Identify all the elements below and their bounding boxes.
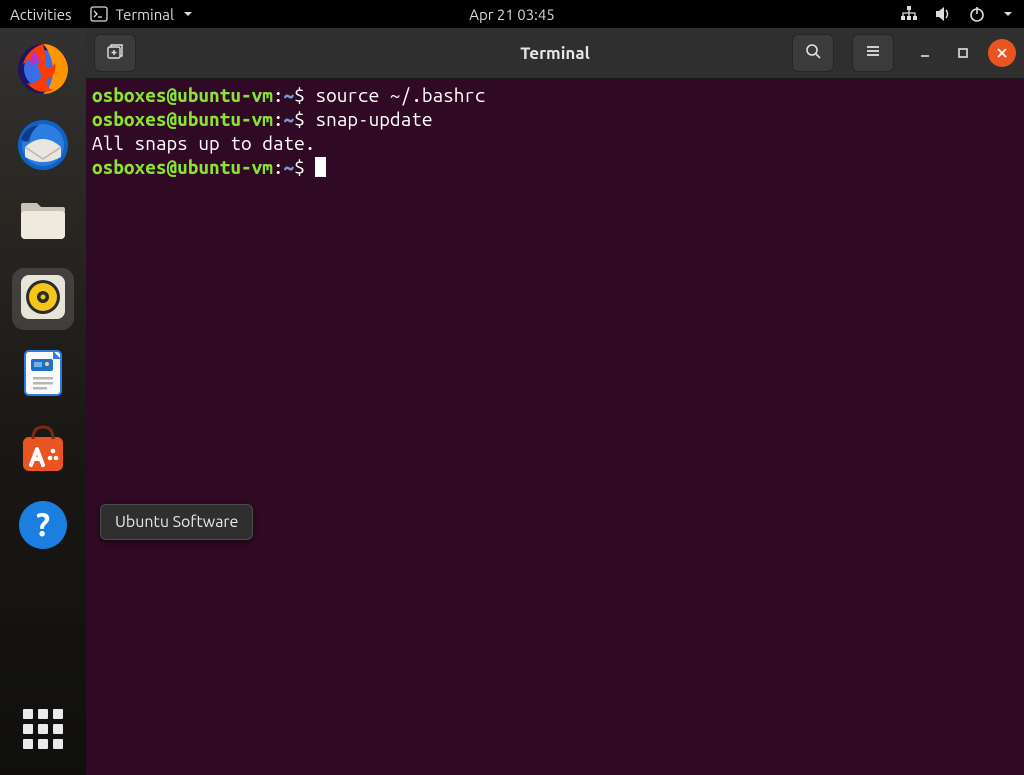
shopping-bag-icon	[17, 423, 69, 479]
network-icon[interactable]	[900, 5, 918, 23]
close-button[interactable]	[988, 39, 1016, 67]
speaker-icon	[17, 271, 69, 327]
terminal-body[interactable]: osboxes@ubuntu-vm:~$ source ~/.bashrcosb…	[86, 79, 1024, 775]
power-icon[interactable]	[968, 5, 986, 23]
window-titlebar: Terminal	[86, 28, 1024, 79]
dock-item-files[interactable]	[12, 192, 74, 254]
hamburger-menu-button[interactable]	[852, 34, 894, 72]
dock-item-thunderbird[interactable]	[12, 116, 74, 178]
dock-item-help[interactable]: ?	[12, 496, 74, 558]
help-icon: ?	[17, 499, 69, 555]
dock-tooltip: Ubuntu Software	[100, 504, 253, 540]
search-button[interactable]	[792, 34, 834, 72]
dock-item-ubuntu-software[interactable]	[12, 420, 74, 482]
dock-item-rhythmbox[interactable]	[12, 268, 74, 330]
search-icon	[804, 42, 822, 64]
show-applications-button[interactable]	[23, 709, 63, 749]
workspace: Terminal	[0, 28, 1024, 775]
app-menu-label: Terminal	[116, 6, 174, 23]
new-tab-icon	[106, 42, 124, 64]
terminal-icon	[90, 5, 108, 23]
minimize-button[interactable]	[912, 40, 938, 66]
window-title: Terminal	[520, 44, 590, 63]
chevron-down-icon[interactable]	[1002, 8, 1014, 20]
activities-button[interactable]: Activities	[10, 6, 72, 23]
dock-item-firefox[interactable]	[12, 40, 74, 102]
svg-text:?: ?	[36, 507, 50, 543]
firefox-icon	[15, 41, 71, 101]
maximize-button[interactable]	[950, 40, 976, 66]
top-bar: Activities Terminal Apr 21 03:45	[0, 0, 1024, 28]
chevron-down-icon	[182, 8, 194, 20]
dock: ?	[0, 28, 86, 775]
terminal-window: Terminal	[86, 28, 1024, 775]
app-menu[interactable]: Terminal	[90, 5, 194, 23]
document-icon	[17, 347, 69, 403]
clock[interactable]: Apr 21 03:45	[469, 6, 555, 23]
volume-icon[interactable]	[934, 5, 952, 23]
thunderbird-icon	[15, 117, 71, 177]
hamburger-icon	[864, 42, 882, 64]
dock-item-libreoffice-writer[interactable]	[12, 344, 74, 406]
new-tab-button[interactable]	[94, 34, 136, 72]
folder-icon	[15, 193, 71, 253]
